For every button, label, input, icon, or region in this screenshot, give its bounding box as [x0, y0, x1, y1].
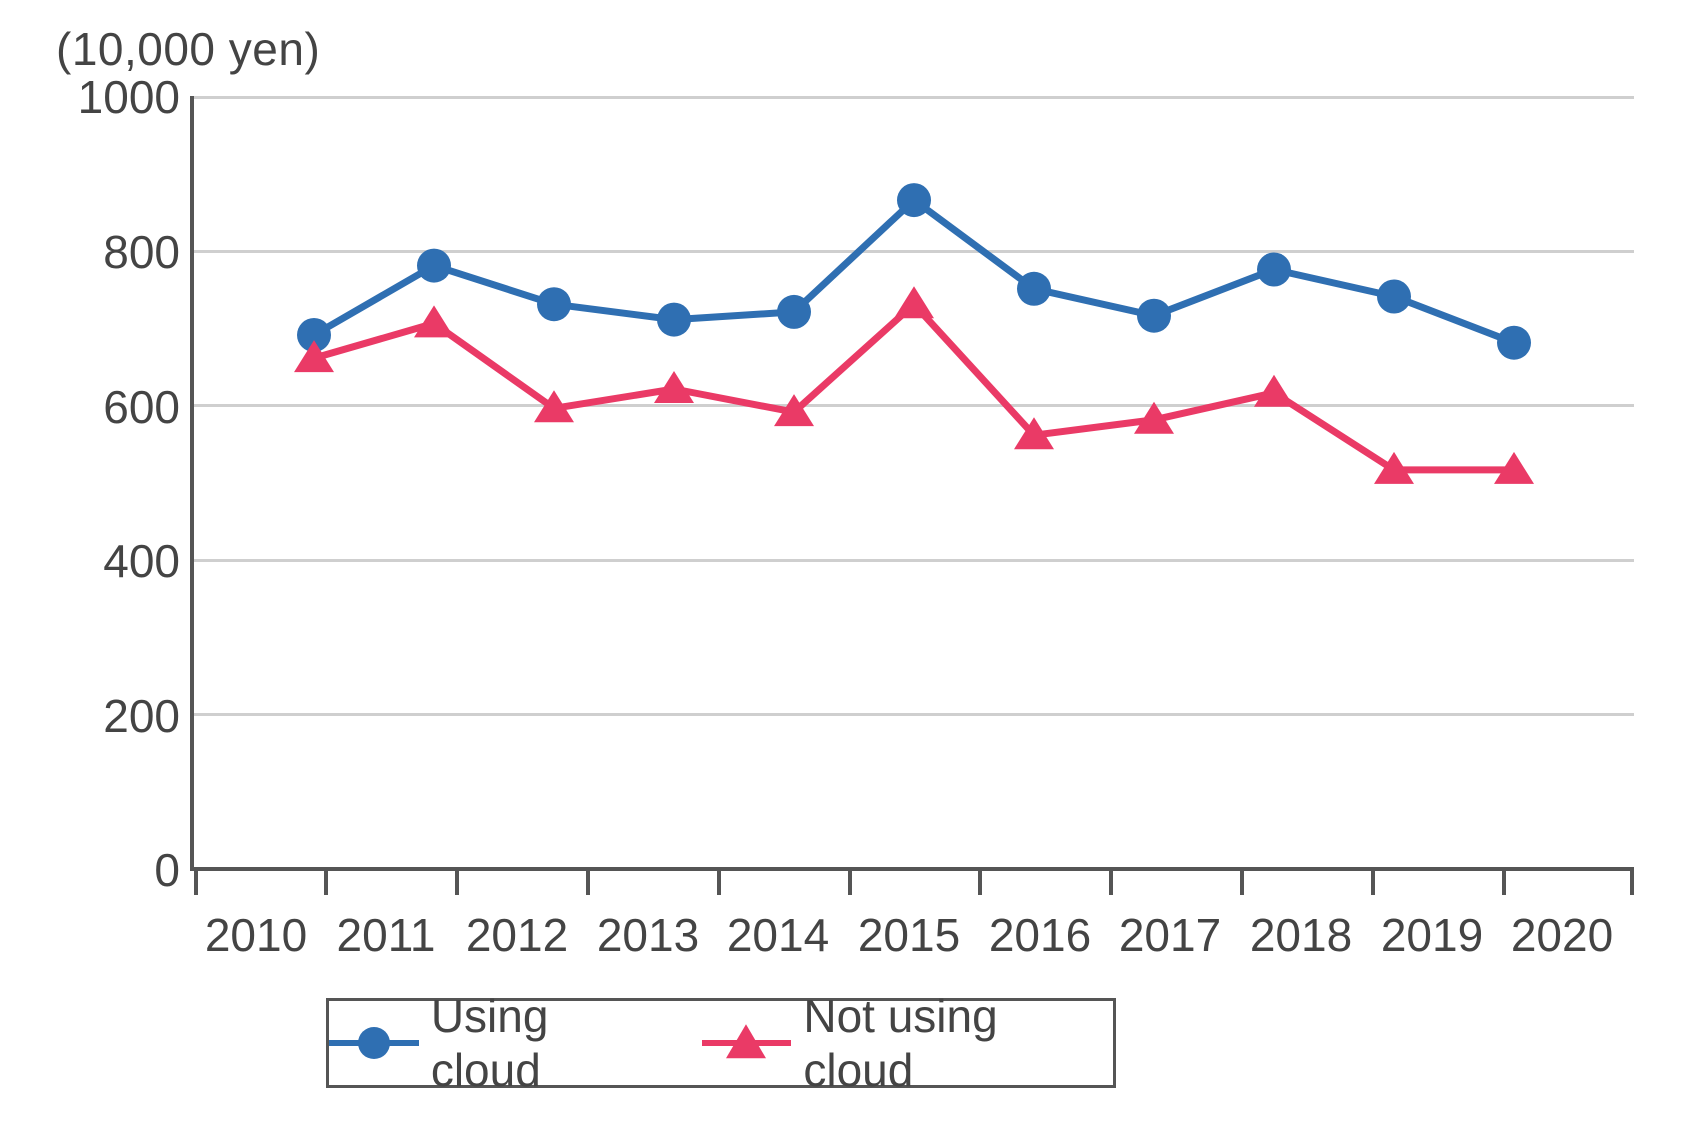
chart-root: (10,000 yen) 1000 800 600 400 200 0 2010…	[0, 0, 1696, 1122]
circle-marker-icon	[1257, 253, 1291, 287]
chart-lines	[194, 96, 1634, 871]
x-tick	[1240, 867, 1244, 895]
plot-area	[190, 96, 1630, 871]
triangle-marker-icon	[414, 305, 454, 337]
y-tick-label: 800	[10, 225, 180, 279]
y-tick-label: 600	[10, 380, 180, 434]
legend-item-not-using-cloud: Not using cloud	[702, 989, 1114, 1097]
legend-label: Not using cloud	[803, 989, 1113, 1097]
x-tick	[1502, 867, 1506, 895]
x-tick-label: 2010	[205, 908, 307, 962]
series-line	[314, 304, 1514, 470]
x-tick	[1371, 867, 1375, 895]
triangle-marker-icon	[894, 286, 934, 318]
x-tick-label: 2011	[337, 908, 436, 962]
y-tick-label: 0	[10, 843, 180, 897]
x-tick	[324, 867, 328, 895]
circle-marker-icon	[1137, 299, 1171, 333]
x-tick	[717, 867, 721, 895]
series-line	[314, 200, 1514, 343]
x-tick	[978, 867, 982, 895]
y-axis-unit-label: (10,000 yen)	[56, 22, 320, 76]
x-tick-label: 2012	[466, 908, 568, 962]
x-tick	[586, 867, 590, 895]
x-tick	[1630, 867, 1634, 895]
x-tick	[194, 867, 198, 895]
circle-marker-icon	[1017, 272, 1051, 306]
legend-label: Using cloud	[431, 989, 666, 1097]
circle-marker-icon	[897, 183, 931, 217]
x-tick-label: 2017	[1119, 908, 1221, 962]
y-tick-label: 200	[10, 689, 180, 743]
circle-marker-icon	[537, 287, 571, 321]
circle-marker-icon	[417, 249, 451, 283]
legend-swatch-triangle-icon	[702, 1021, 792, 1065]
x-tick	[455, 867, 459, 895]
legend: Using cloud Not using cloud	[326, 998, 1116, 1088]
legend-swatch-circle-icon	[329, 1021, 419, 1065]
x-tick-label: 2015	[858, 908, 960, 962]
legend-item-using-cloud: Using cloud	[329, 989, 666, 1097]
circle-marker-icon	[1497, 326, 1531, 360]
x-tick-label: 2016	[989, 908, 1091, 962]
circle-marker-icon	[777, 295, 811, 329]
circle-marker-icon	[1377, 280, 1411, 314]
x-tick-label: 2018	[1250, 908, 1352, 962]
x-tick-label: 2014	[727, 908, 829, 962]
triangle-marker-icon	[654, 371, 694, 403]
x-tick-label: 2013	[597, 908, 699, 962]
x-tick-label: 2019	[1381, 908, 1483, 962]
y-tick-label: 1000	[10, 70, 180, 124]
circle-marker-icon	[657, 303, 691, 337]
x-tick	[848, 867, 852, 895]
triangle-marker-icon	[1254, 375, 1294, 407]
x-tick	[1109, 867, 1113, 895]
y-tick-label: 400	[10, 534, 180, 588]
x-tick-label: 2020	[1511, 908, 1613, 962]
